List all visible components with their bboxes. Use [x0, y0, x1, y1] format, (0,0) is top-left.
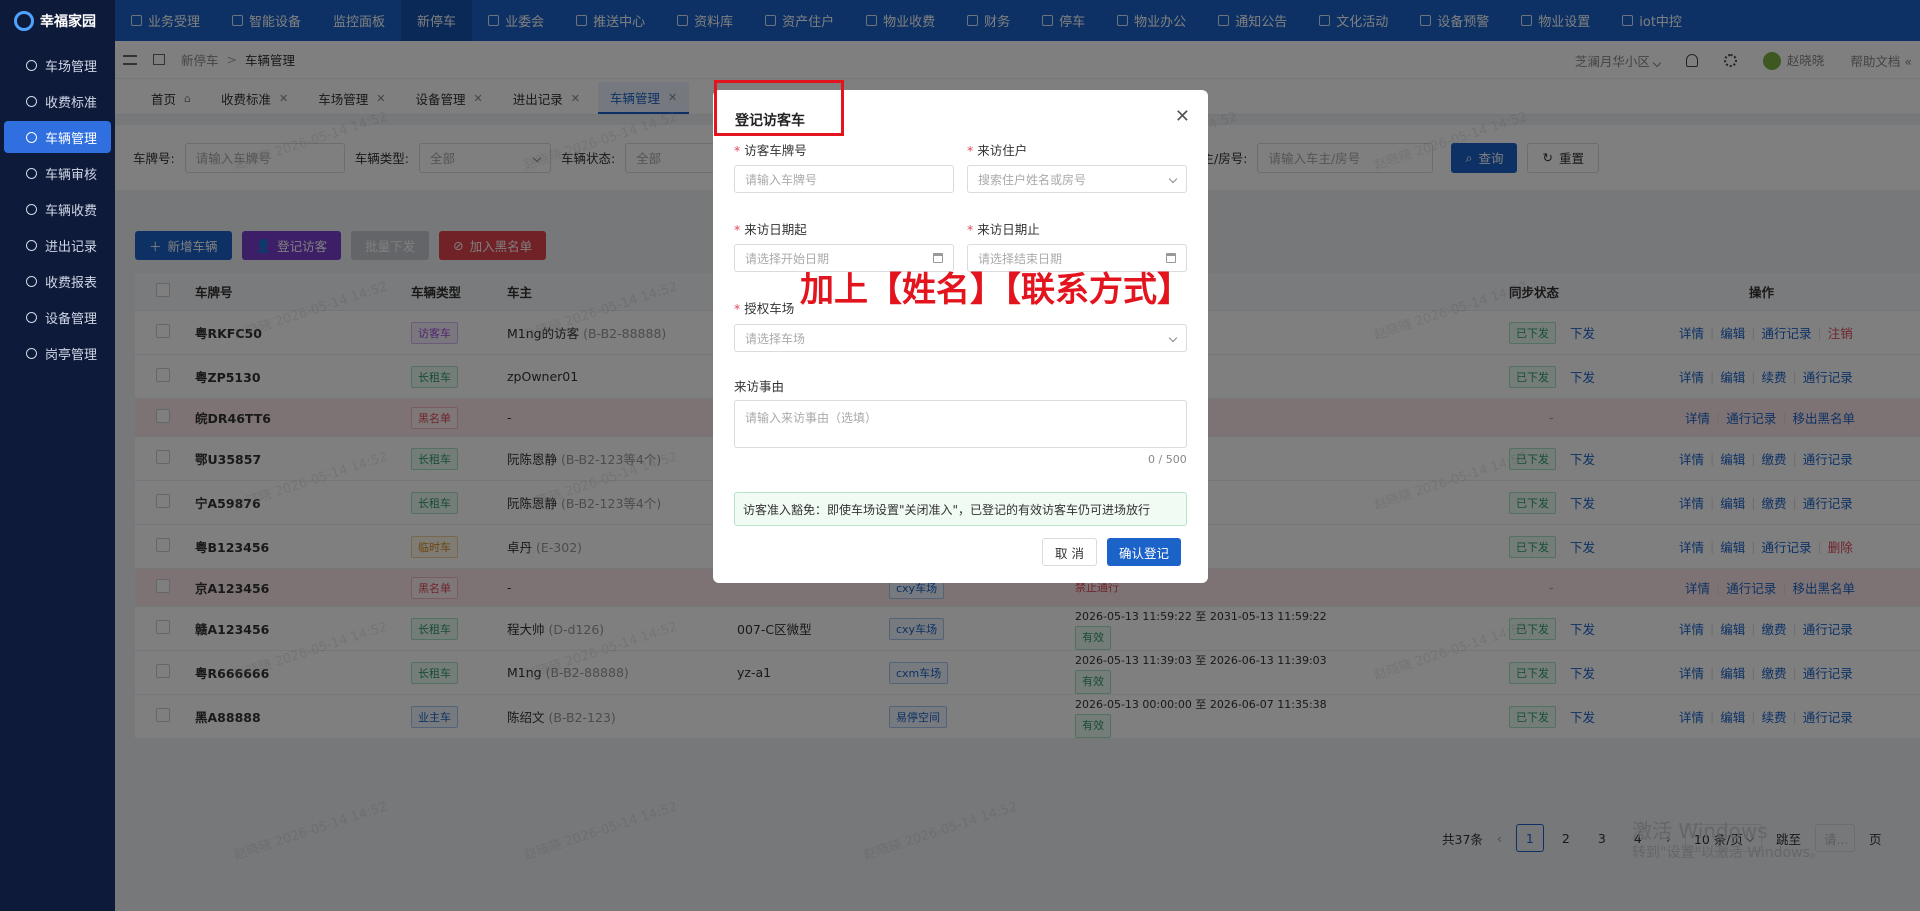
lot-label: * 授权车场 — [734, 298, 794, 317]
logo-icon — [14, 10, 34, 31]
parking-lot-icon — [26, 59, 37, 71]
log-icon — [26, 239, 37, 251]
audit-icon — [26, 167, 37, 179]
sidebar-item-0[interactable]: 车场管理 — [4, 49, 111, 81]
household-label-text: 来访住户 — [977, 143, 1028, 158]
logo-text: 幸福家园 — [40, 13, 96, 30]
sidebar-item-label: 设备管理 — [45, 311, 98, 327]
access-exemption-text: 访客准入豁免：即使车场设置"关闭准入"，已登记的有效访客车仍可进场放行 — [743, 502, 1151, 517]
sidebar-item-label: 车场管理 — [45, 59, 98, 75]
device-icon — [26, 311, 37, 323]
fee-standard-icon — [26, 95, 37, 107]
household-label: * 来访住户 — [967, 140, 1027, 159]
access-exemption-notice: 访客准入豁免：即使车场设置"关闭准入"，已登记的有效访客车仍可进场放行 — [734, 492, 1187, 526]
required-mark: * — [967, 143, 974, 158]
reason-char-count: 0 / 500 — [1148, 453, 1187, 466]
booth-icon — [26, 347, 37, 359]
chevron-down-icon — [1168, 333, 1178, 343]
cancel-button-label: 取 消 — [1055, 545, 1084, 561]
visitor-plate-input[interactable]: 请输入车牌号 — [734, 165, 954, 193]
register-visitor-modal: 登记访客车 ✕ * 访客车牌号 请输入车牌号 * 来访住户 搜索住户姓名或房号 * 来… — [713, 90, 1208, 583]
parking-lot-select[interactable]: 请选择车场 — [734, 324, 1187, 352]
car-icon — [26, 131, 37, 143]
required-mark: * — [734, 301, 741, 316]
sidebar-item-label: 收费报表 — [45, 275, 98, 291]
chevron-down-icon — [1168, 174, 1178, 184]
sidebar-item-6[interactable]: 收费报表 — [4, 265, 111, 297]
charge-icon — [26, 203, 37, 215]
sidebar-item-label: 车辆审核 — [45, 167, 98, 183]
confirm-register-button[interactable]: 确认登记 — [1107, 538, 1182, 566]
sidebar-item-8[interactable]: 岗亭管理 — [4, 337, 111, 369]
end-date-label-text: 来访日期止 — [977, 222, 1040, 237]
sidebar-item-1[interactable]: 收费标准 — [4, 85, 111, 117]
start-date-label-text: 来访日期起 — [744, 222, 807, 237]
household-select[interactable]: 搜索住户姓名或房号 — [967, 165, 1187, 193]
sidebar: 车场管理收费标准车辆管理车辆审核车辆收费进出记录收费报表设备管理岗亭管理 — [0, 41, 115, 911]
reason-textarea[interactable]: 请输入来访事由（选填） — [734, 400, 1187, 448]
cancel-button[interactable]: 取 消 — [1042, 538, 1097, 566]
reason-label: 来访事由 — [734, 379, 785, 394]
confirm-register-label: 确认登记 — [1119, 545, 1170, 561]
sidebar-item-label: 岗亭管理 — [45, 347, 98, 363]
sidebar-item-label: 车辆收费 — [45, 203, 98, 219]
visitor-plate-placeholder: 请输入车牌号 — [745, 172, 818, 187]
sidebar-item-5[interactable]: 进出记录 — [4, 229, 111, 261]
lot-label-text: 授权车场 — [744, 301, 795, 316]
required-mark: * — [734, 143, 741, 158]
plate-label-text: 访客车牌号 — [744, 143, 807, 158]
sidebar-item-7[interactable]: 设备管理 — [4, 301, 111, 333]
sidebar-item-label: 收费标准 — [45, 95, 98, 111]
parking-lot-placeholder: 请选择车场 — [745, 331, 806, 346]
annotation-text: 加上【姓名】【联系方式】 — [800, 270, 1191, 310]
close-icon[interactable]: ✕ — [1175, 106, 1190, 127]
sidebar-item-label: 车辆管理 — [45, 131, 98, 147]
report-icon — [26, 275, 37, 287]
required-mark: * — [967, 222, 974, 237]
sidebar-item-2[interactable]: 车辆管理 — [4, 121, 111, 153]
reason-placeholder: 请输入来访事由（选填） — [745, 411, 878, 425]
app-root: 幸福家园 业务受理智能设备监控面板新停车业委会推送中心资料库资产住户物业收费财务… — [0, 0, 1920, 911]
start-date-label: * 来访日期起 — [734, 219, 807, 238]
plate-label: * 访客车牌号 — [734, 140, 807, 159]
household-placeholder: 搜索住户姓名或房号 — [978, 172, 1087, 187]
sidebar-item-3[interactable]: 车辆审核 — [4, 157, 111, 189]
end-date-label: * 来访日期止 — [967, 219, 1040, 238]
sidebar-item-4[interactable]: 车辆收费 — [4, 193, 111, 225]
required-mark: * — [734, 222, 741, 237]
annotation-highlight-box — [714, 80, 844, 136]
sidebar-item-label: 进出记录 — [45, 239, 98, 255]
logo[interactable]: 幸福家园 — [0, 0, 115, 41]
